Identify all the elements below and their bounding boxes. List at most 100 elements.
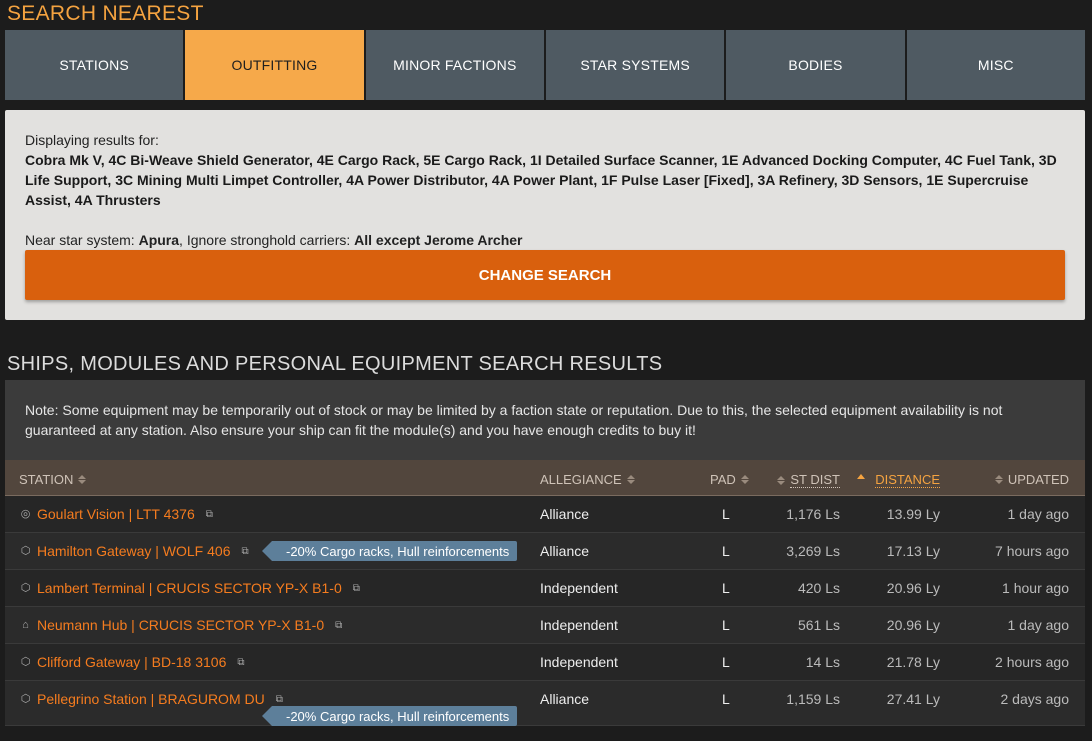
displaying-label: Displaying results for: xyxy=(25,132,159,148)
coriolis-icon: ⬡ xyxy=(20,544,31,557)
column-allegiance-label: ALLEGIANCE xyxy=(540,472,622,487)
station-cell: ◎ Goulart Vision | LTT 4376 ⧉ xyxy=(19,506,213,522)
station-link[interactable]: Hamilton Gateway | WOLF 406 xyxy=(37,543,230,559)
selected-modules: Cobra Mk V, 4C Bi-Weave Shield Generator… xyxy=(25,152,1057,208)
outpost-icon: ◎ xyxy=(20,507,31,520)
settlement-icon: ⌂ xyxy=(22,618,29,631)
external-link-icon[interactable]: ⧉ xyxy=(206,509,213,520)
results-table-body: ◎ Goulart Vision | LTT 4376 ⧉ Alliance L… xyxy=(5,496,1085,726)
coriolis-icon: ⬡ xyxy=(20,655,31,668)
st-dist-cell: 3,269 Ls xyxy=(786,543,840,559)
page-title: SEARCH NEAREST xyxy=(7,2,204,25)
column-st-dist-label: ST DIST xyxy=(790,472,840,488)
tab-stations[interactable]: STATIONS xyxy=(5,30,184,100)
pad-cell: L xyxy=(722,654,730,670)
search-tabs: STATIONS OUTFITTING MINOR FACTIONS STAR … xyxy=(5,30,1085,100)
station-cell: ⬡ Hamilton Gateway | WOLF 406 ⧉ xyxy=(19,543,249,559)
table-row: ⌂ Neumann Hub | CRUCIS SECTOR YP-X B1-0 … xyxy=(5,607,1085,644)
tab-outfitting[interactable]: OUTFITTING xyxy=(185,30,364,100)
table-row: ⬡ Lambert Terminal | CRUCIS SECTOR YP-X … xyxy=(5,570,1085,607)
st-dist-cell: 1,159 Ls xyxy=(786,691,840,707)
allegiance-cell: Alliance xyxy=(540,506,590,522)
external-link-icon[interactable]: ⧉ xyxy=(353,583,360,594)
external-link-icon[interactable]: ⧉ xyxy=(241,546,248,557)
st-dist-cell: 561 Ls xyxy=(797,617,840,633)
column-updated-label: UPDATED xyxy=(1007,472,1069,487)
station-link[interactable]: Clifford Gateway | BD-18 3106 xyxy=(37,654,226,670)
tab-star-systems[interactable]: STAR SYSTEMS xyxy=(545,30,725,100)
updated-cell: 2 days ago xyxy=(1000,691,1070,707)
st-dist-cell: 420 Ls xyxy=(797,580,840,596)
sort-icon xyxy=(994,475,1003,484)
station-cell: ⬡ Lambert Terminal | CRUCIS SECTOR YP-X … xyxy=(19,580,360,596)
coriolis-icon: ⬡ xyxy=(20,581,31,594)
updated-cell: 1 day ago xyxy=(1007,506,1070,522)
results-title: SHIPS, MODULES AND PERSONAL EQUIPMENT SE… xyxy=(7,353,663,375)
tab-minor-factions[interactable]: MINOR FACTIONS xyxy=(365,30,544,100)
results-table-header: STATION ALLEGIANCE PAD ST DIST DISTANCE … xyxy=(5,460,1085,496)
column-st-dist[interactable]: ST DIST xyxy=(777,472,840,488)
column-distance[interactable]: DISTANCE xyxy=(857,472,940,488)
column-pad-label: PAD xyxy=(710,472,736,487)
updated-cell: 7 hours ago xyxy=(995,543,1069,559)
discount-badge: -20% Cargo racks, Hull reinforcements xyxy=(261,541,518,561)
table-row: ⬡ Clifford Gateway | BD-18 3106 ⧉ Indepe… xyxy=(5,644,1085,681)
sort-ascending-icon xyxy=(857,473,866,479)
allegiance-cell: Alliance xyxy=(540,691,590,707)
distance-cell: 21.78 Ly xyxy=(886,654,940,670)
station-cell: ⌂ Neumann Hub | CRUCIS SECTOR YP-X B1-0 … xyxy=(19,617,342,633)
updated-cell: 1 hour ago xyxy=(1002,580,1069,596)
distance-cell: 13.99 Ly xyxy=(886,506,940,522)
external-link-icon[interactable]: ⧉ xyxy=(276,694,283,705)
station-cell: ⬡ Clifford Gateway | BD-18 3106 ⧉ xyxy=(19,654,245,670)
distance-cell: 27.41 Ly xyxy=(886,691,940,707)
table-row: ⬡ Pellegrino Station | BRAGUROM DU ⧉ -20… xyxy=(5,681,1085,726)
availability-note: Note: Some equipment may be temporarily … xyxy=(5,380,1085,460)
search-summary-panel: Displaying results for: Cobra Mk V, 4C B… xyxy=(5,110,1085,320)
distance-cell: 20.96 Ly xyxy=(886,617,940,633)
distance-cell: 20.96 Ly xyxy=(886,580,940,596)
distance-cell: 17.13 Ly xyxy=(886,543,940,559)
ignore-value: All except Jerome Archer xyxy=(354,232,523,248)
ignore-label: , Ignore stronghold carriers: xyxy=(179,232,355,248)
st-dist-cell: 1,176 Ls xyxy=(786,506,840,522)
search-criteria: Near star system: Apura, Ignore strongho… xyxy=(25,230,1065,250)
sort-icon xyxy=(777,475,786,485)
allegiance-cell: Independent xyxy=(540,654,618,670)
external-link-icon[interactable]: ⧉ xyxy=(237,657,244,668)
allegiance-cell: Independent xyxy=(540,580,618,596)
station-link[interactable]: Lambert Terminal | CRUCIS SECTOR YP-X B1… xyxy=(37,580,342,596)
sort-icon xyxy=(626,475,635,484)
pad-cell: L xyxy=(722,580,730,596)
station-cell: ⬡ Pellegrino Station | BRAGUROM DU ⧉ xyxy=(19,691,283,707)
pad-cell: L xyxy=(722,543,730,559)
column-station[interactable]: STATION xyxy=(19,472,87,487)
pad-cell: L xyxy=(722,506,730,522)
allegiance-cell: Alliance xyxy=(540,543,590,559)
column-updated[interactable]: UPDATED xyxy=(994,472,1069,487)
station-link[interactable]: Goulart Vision | LTT 4376 xyxy=(37,506,195,522)
external-link-icon[interactable]: ⧉ xyxy=(335,620,342,631)
table-row: ◎ Goulart Vision | LTT 4376 ⧉ Alliance L… xyxy=(5,496,1085,533)
tab-misc[interactable]: MISC xyxy=(906,30,1085,100)
column-station-label: STATION xyxy=(19,472,74,487)
coriolis-icon: ⬡ xyxy=(20,692,31,705)
station-link[interactable]: Neumann Hub | CRUCIS SECTOR YP-X B1-0 xyxy=(37,617,324,633)
allegiance-cell: Independent xyxy=(540,617,618,633)
sort-icon xyxy=(78,475,87,484)
sort-icon xyxy=(740,475,749,484)
st-dist-cell: 14 Ls xyxy=(805,654,840,670)
column-allegiance[interactable]: ALLEGIANCE xyxy=(540,472,635,487)
pad-cell: L xyxy=(722,617,730,633)
table-row: ⬡ Hamilton Gateway | WOLF 406 ⧉ -20% Car… xyxy=(5,533,1085,570)
station-link[interactable]: Pellegrino Station | BRAGUROM DU xyxy=(37,691,265,707)
updated-cell: 1 day ago xyxy=(1007,617,1070,633)
near-label: Near star system: xyxy=(25,232,139,248)
discount-badge: -20% Cargo racks, Hull reinforcements xyxy=(261,706,518,726)
change-search-button[interactable]: CHANGE SEARCH xyxy=(25,250,1065,300)
pad-cell: L xyxy=(722,691,730,707)
near-system-value: Apura xyxy=(138,232,180,248)
column-pad[interactable]: PAD xyxy=(710,472,749,487)
tab-bodies[interactable]: BODIES xyxy=(726,30,905,100)
updated-cell: 2 hours ago xyxy=(995,654,1069,670)
